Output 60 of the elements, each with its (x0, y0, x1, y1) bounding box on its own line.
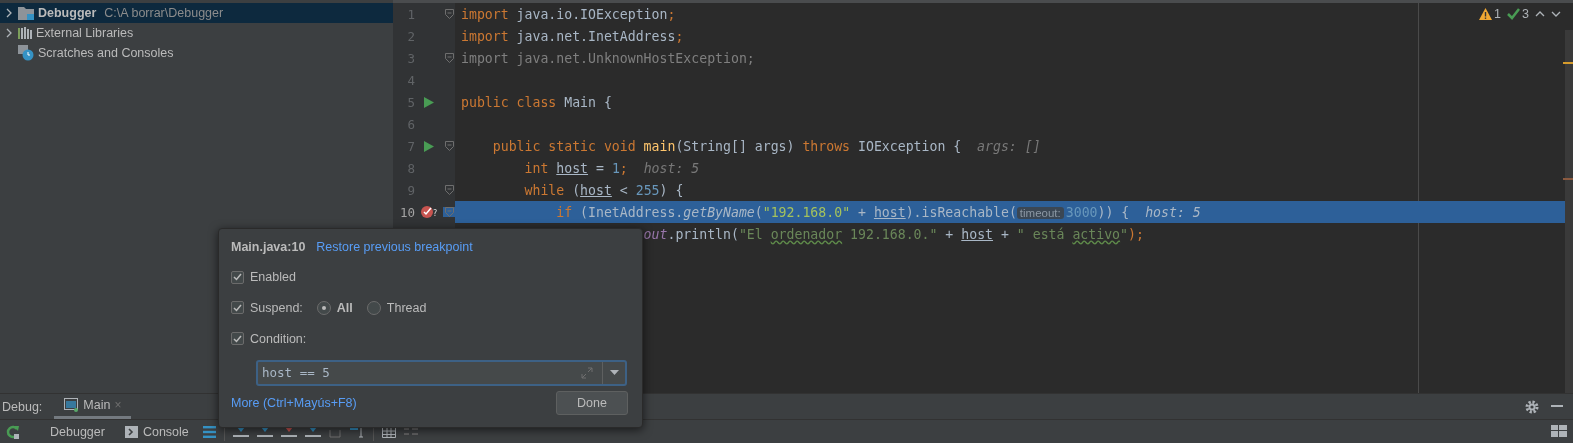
checkbox[interactable] (231, 270, 244, 284)
module-folder-icon (18, 6, 34, 20)
console-icon (124, 426, 138, 438)
scrollbar[interactable] (1565, 30, 1573, 393)
radio-option[interactable]: Thread (366, 300, 427, 315)
run-to-cursor-icon[interactable] (348, 426, 365, 438)
checkbox[interactable] (231, 332, 244, 346)
line-number: 10 (399, 204, 415, 220)
run-icon[interactable] (424, 96, 434, 108)
minimize-icon[interactable] (1551, 405, 1563, 408)
fold-marker-icon[interactable] (444, 53, 454, 63)
more-link[interactable]: More (Ctrl+Mayús+F8) (231, 396, 357, 411)
checkbox[interactable] (231, 301, 244, 315)
library-bars-icon (18, 27, 32, 39)
code-line: public static void main(String[] args) throws IOException { (492, 138, 962, 154)
breakpoint-location: Main.java:10 (231, 239, 306, 254)
settings-icon[interactable] (1525, 399, 1539, 414)
tree-item[interactable]: Scratches and Consoles (0, 43, 393, 63)
fold-marker-icon[interactable] (444, 141, 454, 151)
code-line: import java.net.UnknownHostException; (461, 50, 755, 66)
rerun-icon[interactable] (6, 425, 20, 439)
question-mark-label: ? (432, 209, 438, 218)
scratch-clock-icon (18, 45, 34, 61)
enabled-label: Enabled (250, 270, 296, 285)
done-button[interactable]: Done (556, 391, 628, 416)
tree-item[interactable]: External Libraries (0, 23, 393, 43)
layout-icon[interactable] (1551, 425, 1567, 439)
run-icon[interactable] (424, 140, 434, 152)
code-line: int host = 1; (524, 160, 628, 176)
code-line: import java.io.IOException; (461, 6, 676, 22)
table-icon[interactable] (381, 426, 396, 438)
check-icon (1507, 8, 1521, 20)
view-tab[interactable]: Debugger (44, 425, 111, 439)
fold-marker-icon[interactable] (444, 185, 454, 195)
inline-value-hint: args: [] (977, 138, 1041, 154)
fold-marker-icon[interactable] (444, 207, 454, 217)
restore-link[interactable]: Restore previous breakpoint (316, 239, 473, 254)
fold-marker-icon[interactable] (444, 9, 454, 19)
warning-icon (1479, 8, 1493, 20)
breakpoint-check-icon[interactable] (420, 206, 433, 218)
code-line: public class Main { (461, 94, 612, 110)
condition-field[interactable]: host == 5 (256, 359, 627, 386)
code-line: if (InetAddress.getByName("192.168.0" + host).isReachable( timeout: 3000)) { (556, 204, 1130, 220)
code-line: import java.net.InetAddress; (461, 28, 684, 44)
project-path: C:\A borrar\Debugger (104, 6, 224, 20)
menu-icon[interactable] (202, 426, 216, 438)
condition-label: Condition: (250, 331, 307, 346)
view-tab[interactable]: Console (118, 425, 195, 439)
radio-option[interactable]: All (316, 300, 353, 315)
tree-item[interactable]: Debugger C:\A borrar\Debugger (0, 3, 393, 23)
inline-value-hint: host: 5 (643, 160, 700, 176)
suspend-label: Suspend: (250, 300, 303, 315)
warnings-count[interactable]: 1 (1479, 7, 1502, 21)
inline-value-hint: host: 5 (1145, 204, 1201, 220)
code-line: while (host < 255) { (524, 182, 684, 198)
debug-label: Debug: (1, 398, 44, 416)
debug-tab[interactable]: Main × (54, 394, 132, 419)
typos-count[interactable]: 3 (1507, 7, 1529, 21)
code-line: out.println("El ordenador 192.168.0." + host + " está activo"); (643, 226, 1144, 242)
window-icon (64, 398, 80, 412)
